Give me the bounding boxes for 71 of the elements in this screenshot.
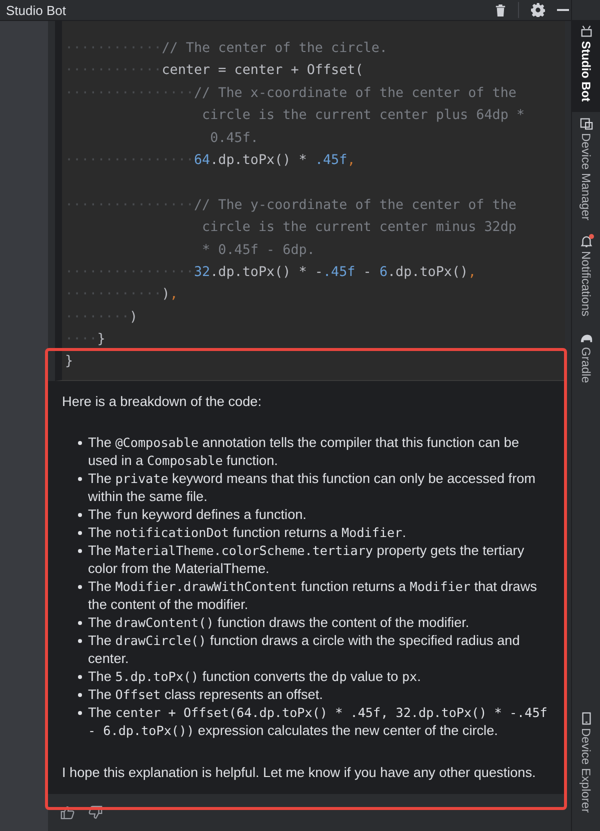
bullet-dot: [78, 693, 82, 697]
code-text: 0.45f.: [209, 130, 258, 146]
settings-icon[interactable]: [531, 3, 545, 17]
answer-closing: I hope this explanation is helpful. Let me know if you have any other questions.: [62, 764, 537, 782]
bullet-text: The drawContent() function draws the content of the modifier.: [88, 614, 470, 632]
bullet-text: The MaterialTheme.colorScheme.tertiary property gets the tertiary color from the MaterialTheme.: [88, 542, 526, 578]
bullet-text: The 5.dp.toPx() function converts the dp value to px.: [88, 668, 421, 686]
bullet-text: The Modifier.drawWithContent function returns a Modifier that draws the content of the modifier.: [88, 578, 538, 614]
code-text: }: [65, 354, 74, 370]
bullet-dot: [78, 441, 82, 445]
bullet-dot: [78, 585, 82, 589]
code-text: ): [130, 310, 138, 325]
bullet-dot: [78, 477, 82, 481]
code-text: ,: [170, 287, 178, 302]
whitespace-marks: ········: [65, 310, 130, 325]
bullet-dot: [78, 621, 82, 625]
bullet-text: The Offset class represents an offset.: [88, 686, 323, 704]
thumbs-down-icon[interactable]: [88, 805, 103, 820]
bullet-text: The private keyword means that this function can only be accessed from within the same file.: [88, 470, 536, 506]
code-text: * 0.45f - 6dp.: [201, 242, 315, 258]
code-text: .dp.toPx() *: [210, 152, 308, 168]
whitespace-marks: ············: [65, 41, 162, 56]
bullet-dot: [78, 531, 82, 535]
code-text: .dp.toPx() * -: [210, 264, 323, 280]
bullet-text: The drawCircle() function draws a circle with the specified radius and center.: [88, 632, 521, 668]
code-text: .45f: [323, 264, 356, 280]
answer-intro: Here is a breakdown of the code:: [62, 393, 262, 411]
phone-icon: [580, 712, 592, 726]
trash-icon[interactable]: [495, 4, 506, 16]
bullet-dot: [78, 675, 82, 679]
thumbs-up-icon[interactable]: [60, 805, 75, 820]
whitespace-marks: ····: [65, 332, 98, 348]
whitespace-marks: ················: [65, 152, 194, 168]
code-text: // The y-coordinate of the center of the: [194, 198, 516, 213]
code-text: circle is the current center minus 32dp: [201, 220, 516, 236]
window-title: Studio Bot: [6, 2, 66, 18]
whitespace-marks: ················: [65, 264, 194, 280]
code-text: ,: [347, 152, 356, 168]
side-tab[interactable]: Notifications: [572, 230, 600, 326]
code-text: // The center of the circle.: [162, 41, 388, 56]
device-icon: [580, 116, 592, 130]
code-text: .dp.toPx(): [388, 264, 468, 280]
code-text: circle is the current center plus 64dp *: [201, 108, 525, 124]
code-text: ): [162, 287, 170, 302]
code-text: .45f: [314, 152, 348, 168]
code-text: ,: [468, 264, 476, 280]
bullet-dot: [78, 711, 82, 715]
code-text: 64: [194, 152, 210, 168]
bell-icon: [580, 235, 592, 248]
code-text: -: [362, 264, 372, 280]
bullet-text: The center + Offset(64.dp.toPx() * .45f, 32.dp.toPx() * -.45f - 6.dp.toPx()) expression calculates the new center of the circle.: [88, 704, 548, 740]
code-text: center = center + Offset(: [162, 63, 364, 78]
whitespace-marks: ············: [65, 63, 162, 78]
bullet-dot: [78, 639, 82, 643]
whitespace-marks: ················: [65, 86, 194, 101]
bullet-text: The notificationDot function returns a Modifier.: [88, 524, 406, 542]
side-tab[interactable]: Gradle: [572, 326, 600, 394]
side-tab[interactable]: Studio Bot: [572, 20, 600, 112]
code-text: 6: [379, 264, 388, 280]
code-text: // The x-coordinate of the center of the: [194, 86, 516, 101]
code-text: 32: [194, 264, 210, 280]
code-text: }: [97, 332, 106, 348]
bullet-dot: [78, 549, 82, 553]
whitespace-marks: ················: [65, 198, 194, 213]
side-tab[interactable]: Device Manager: [572, 112, 600, 230]
bullet-text: The @Composable annotation tells the compiler that this function can be used in a Composable function.: [88, 434, 520, 470]
bullet-dot: [78, 513, 82, 517]
side-tab[interactable]: Device Explorer: [572, 707, 600, 823]
robot-icon: [580, 25, 592, 38]
whitespace-marks: ············: [65, 287, 162, 302]
bullet-text: The fun keyword defines a function.: [88, 506, 306, 524]
